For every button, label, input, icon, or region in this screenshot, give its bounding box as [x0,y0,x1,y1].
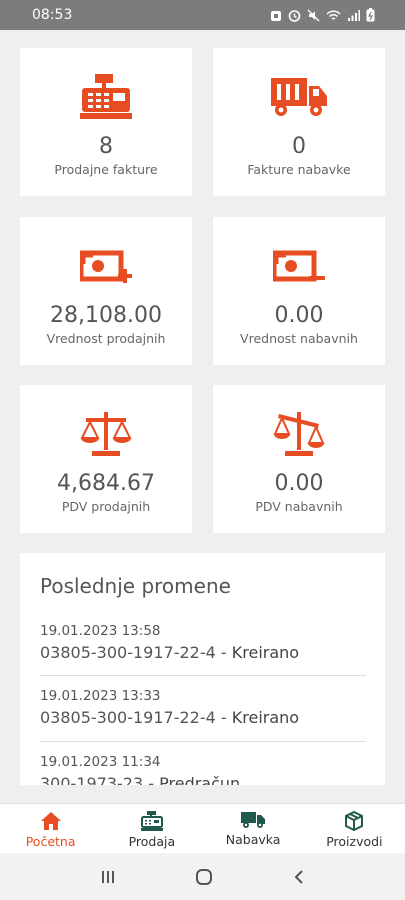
home-button-icon[interactable] [195,868,213,886]
mute-icon [307,9,320,21]
balance-scale-tilted-icon [213,410,385,458]
card-label: PDV nabavnih [255,499,343,514]
signal-icon [348,9,360,21]
card-value: 0.00 [274,471,324,496]
list-item[interactable]: 19.01.2023 13:33 03805-300-1917-22-4 - K… [40,688,366,727]
battery-icon [366,8,375,22]
card-value: 4,684.67 [57,471,155,496]
entry-timestamp: 19.01.2023 13:58 [40,623,161,639]
nav-home-label: Početna [25,834,76,849]
card-label: Vrednost nabavnih [240,331,358,346]
recent-apps-icon[interactable] [100,869,116,885]
nav-home[interactable]: Početna [0,804,101,854]
card-value: 28,108.00 [50,303,162,328]
card-label: Prodajne fakture [54,162,158,177]
list-item[interactable]: 19.01.2023 11:34 300-1973-23 - Predračun [40,754,366,785]
nav-products[interactable]: Proizvodi [304,804,405,854]
nav-purchases-label: Nabavka [225,832,281,847]
entry-line: 300-1973-23 - Predračun [40,774,366,785]
entry-doc: 300-1973-23 [40,774,144,785]
entry-doc: 03805-300-1917-22-4 [40,708,216,727]
card-purchase-value[interactable]: 0.00 Vrednost nabavnih [213,217,385,365]
divider [40,675,366,676]
back-icon[interactable] [292,869,306,885]
nav-sales[interactable]: Prodaja [101,804,202,854]
recent-changes-panel[interactable]: Poslednje promene 19.01.2023 13:58 03805… [20,553,385,785]
entry-status: Kreirano [231,643,300,662]
cash-register-icon [20,74,192,120]
card-label: Vrednost prodajnih [46,331,166,346]
nav-products-label: Proizvodi [326,834,383,849]
card-label: Fakture nabavke [247,162,351,177]
card-value: 0 [292,134,306,159]
list-item[interactable]: 19.01.2023 13:58 03805-300-1917-22-4 - K… [40,623,366,662]
card-value: 0.00 [274,303,324,328]
recent-changes-title: Poslednje promene [40,574,231,598]
system-nav-bar [0,853,405,900]
home-icon [40,812,61,830]
entry-timestamp: 19.01.2023 13:33 [40,688,161,704]
balance-scale-icon [20,410,192,458]
entry-separator: - [215,708,232,727]
money-plus-icon [20,250,192,288]
card-vat-purchases[interactable]: 0.00 PDV nabavnih [213,385,385,533]
bottom-nav: Početna Prodaja Nabavka Proizvodi [0,803,405,854]
card-sales-invoices[interactable]: 8 Prodajne fakture [20,48,192,196]
entry-separator: - [143,774,160,785]
notification-icon [271,10,281,21]
entry-separator: - [215,643,232,662]
card-purchase-invoices[interactable]: 0 Fakture nabavke [213,48,385,196]
card-vat-sales[interactable]: 4,684.67 PDV prodajnih [20,385,192,533]
card-value: 8 [99,134,113,159]
status-icons [270,8,375,22]
alarm-icon [288,9,301,22]
truck-icon [241,812,266,828]
money-minus-icon [213,250,385,288]
cash-register-icon [140,811,163,831]
status-bar: 08:53 [0,0,405,30]
wifi-icon [326,9,341,20]
card-sales-value[interactable]: 28,108.00 Vrednost prodajnih [20,217,192,365]
nav-purchases[interactable]: Nabavka [203,804,304,854]
nav-sales-label: Prodaja [128,834,176,849]
box-icon [345,811,364,831]
entry-timestamp: 19.01.2023 11:34 [40,754,161,770]
entry-status: Kreirano [231,708,300,727]
divider [40,741,366,742]
entry-line: 03805-300-1917-22-4 - Kreirano [40,708,366,727]
card-label: PDV prodajnih [61,499,151,514]
entry-line: 03805-300-1917-22-4 - Kreirano [40,643,366,662]
truck-icon [213,76,385,118]
entry-doc: 03805-300-1917-22-4 [40,643,216,662]
entry-status: Predračun [159,774,241,785]
status-time: 08:53 [32,7,73,23]
